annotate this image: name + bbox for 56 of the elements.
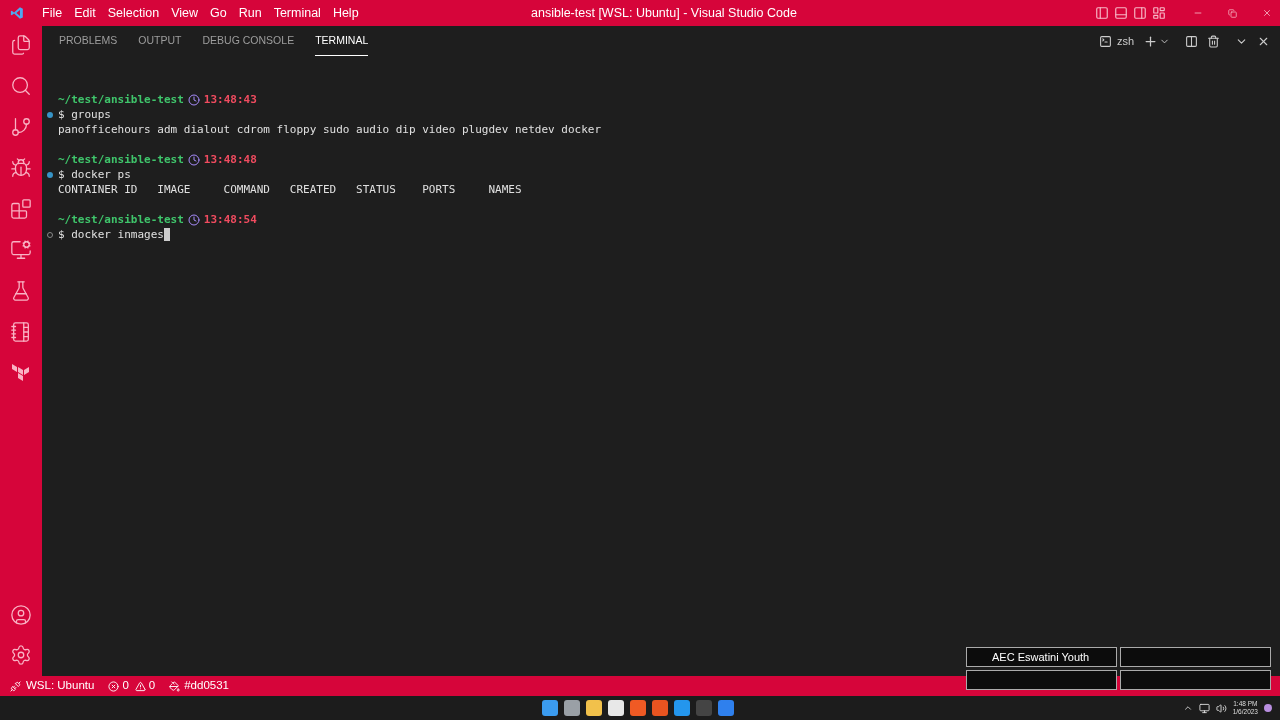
prompt-path: ~/test/ansible-test xyxy=(58,212,184,227)
settings-icon[interactable] xyxy=(10,644,32,666)
trash-icon[interactable] xyxy=(1207,34,1220,48)
menu-item[interactable]: Selection xyxy=(101,3,166,23)
command-line: $ docker inmages xyxy=(58,227,164,242)
restore-icon[interactable] xyxy=(1228,8,1237,18)
network-icon[interactable] xyxy=(1198,702,1210,714)
terraform-icon[interactable] xyxy=(11,362,31,382)
panel-tab[interactable]: DEBUG CONSOLE xyxy=(202,26,295,56)
notebook-icon[interactable] xyxy=(10,321,32,343)
color-indicator[interactable]: #dd0531 xyxy=(169,677,229,695)
prompt-time: 13:48:43 xyxy=(203,92,257,107)
menu-item[interactable]: File xyxy=(36,3,69,23)
prompt-time: 13:48:54 xyxy=(203,212,257,227)
files-icon[interactable] xyxy=(10,34,32,56)
layout-icon[interactable] xyxy=(1152,6,1166,20)
chevron-up-icon[interactable] xyxy=(1182,703,1193,713)
account-icon[interactable] xyxy=(10,604,32,626)
menu-item[interactable]: View xyxy=(165,3,204,23)
panel-tab[interactable]: TERMINAL xyxy=(315,26,369,56)
window-title: ansible-test [WSL: Ubuntu] - Visual Studio Code xyxy=(531,4,797,22)
menu-item[interactable]: Go xyxy=(204,3,233,23)
output-line: CONTAINER ID IMAGE COMMAND CREATED STATUS PORTS NAMES xyxy=(57,182,523,197)
panel-left-icon[interactable] xyxy=(1095,6,1109,20)
panel-tab[interactable]: PROBLEMS xyxy=(59,26,118,56)
remote-indicator[interactable]: WSL: Ubuntu xyxy=(10,677,95,695)
flask-icon[interactable] xyxy=(10,280,32,302)
overlay-panel: AEC Eswatini Youth xyxy=(966,647,1117,667)
add-icon[interactable] xyxy=(1143,33,1158,49)
search-icon[interactable] xyxy=(10,75,32,97)
volume-icon[interactable] xyxy=(1215,702,1227,714)
notification-icon[interactable] xyxy=(1264,704,1272,712)
prompt-path: ~/test/ansible-test xyxy=(58,152,184,167)
remote-explorer-icon[interactable] xyxy=(10,239,32,261)
prompt-path: ~/test/ansible-test xyxy=(58,92,184,107)
extensions-icon[interactable] xyxy=(10,198,32,220)
panel-right-icon[interactable] xyxy=(1133,6,1147,20)
source-control-icon[interactable] xyxy=(10,116,32,138)
panel-tab[interactable]: OUTPUT xyxy=(138,26,182,56)
command-line: $ docker ps xyxy=(58,167,131,182)
panel-bottom-icon[interactable] xyxy=(1114,6,1128,20)
shell-name[interactable]: zsh xyxy=(1116,32,1134,50)
clock-icon xyxy=(187,213,200,226)
run-debug-icon[interactable] xyxy=(10,157,32,179)
vscode-logo-icon xyxy=(10,6,24,20)
clock-icon xyxy=(187,93,200,106)
problems-indicator[interactable]: 0 0 xyxy=(108,677,156,695)
split-icon[interactable] xyxy=(1185,34,1198,48)
menu-item[interactable]: Help xyxy=(326,3,365,23)
menu-item[interactable]: Run xyxy=(232,3,268,23)
command-line: $ groups xyxy=(58,107,111,122)
menu-item[interactable]: Edit xyxy=(68,3,102,23)
prompt-time: 13:48:48 xyxy=(203,152,257,167)
clock-icon xyxy=(187,153,200,166)
output-line: panofficehours adm dialout cdrom floppy sudo audio dip video plugdev netdev docker xyxy=(57,122,603,137)
menu-item[interactable]: Terminal xyxy=(267,3,327,23)
